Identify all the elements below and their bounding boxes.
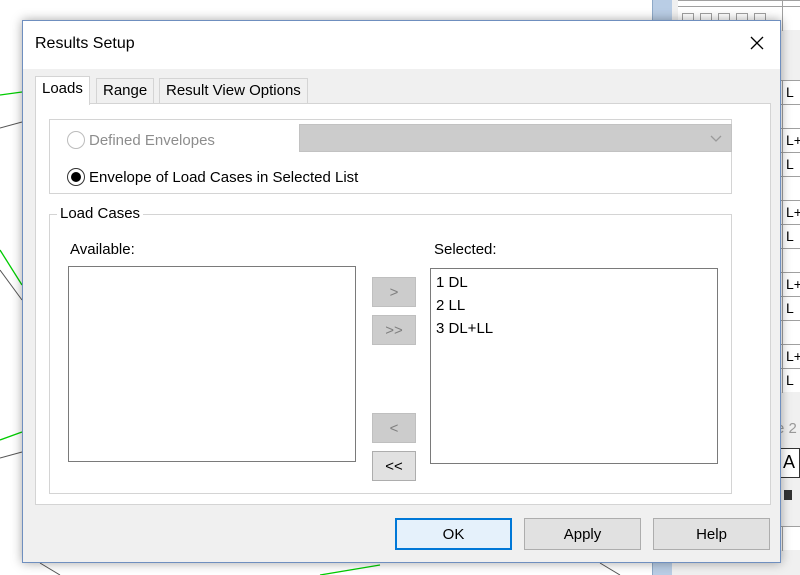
available-list[interactable]: [68, 266, 356, 462]
close-icon: [750, 36, 764, 50]
results-setup-dialog: Results Setup Loads Range Result View Op…: [22, 20, 781, 563]
grid-cell: L: [782, 225, 800, 249]
tab-result-view-options[interactable]: Result View Options: [159, 78, 308, 103]
envelope-options: Defined Envelopes Envelope of Load Cases…: [49, 119, 732, 194]
grid-cell: L+: [782, 129, 800, 153]
tab-range[interactable]: Range: [96, 78, 155, 103]
close-button[interactable]: [734, 21, 780, 65]
defined-envelopes-label: Defined Envelopes: [89, 131, 215, 149]
grid-cell: L: [782, 297, 800, 321]
grid-cell: L+: [782, 273, 800, 297]
help-button[interactable]: Help: [653, 518, 770, 550]
background-marker-icon: [784, 490, 792, 500]
defined-envelopes-radio[interactable]: [67, 131, 85, 149]
available-label: Available:: [70, 241, 135, 258]
grid-cell: [782, 249, 800, 273]
load-cases-group-label: Load Cases: [57, 205, 144, 222]
selected-list-envelope-label: Envelope of Load Cases in Selected List: [89, 168, 359, 186]
defined-envelopes-option[interactable]: Defined Envelopes: [67, 129, 215, 151]
selected-list-envelope-radio[interactable]: [67, 168, 85, 186]
list-item[interactable]: 3 DL+LL: [431, 317, 717, 340]
grid-cell: L: [782, 369, 800, 393]
dialog-title: Results Setup: [35, 35, 135, 52]
selected-list[interactable]: 1 DL 2 LL 3 DL+LL: [430, 268, 718, 464]
grid-cell: L: [782, 153, 800, 177]
grid-cell: [782, 177, 800, 201]
list-item[interactable]: 2 LL: [431, 294, 717, 317]
grid-cell: L+: [782, 201, 800, 225]
grid-cell: L+: [782, 345, 800, 369]
remove-button[interactable]: <: [372, 413, 416, 443]
grid-cell: [782, 321, 800, 345]
title-bar: Results Setup: [23, 21, 780, 69]
background-partial-button[interactable]: A: [778, 448, 800, 478]
grid-cell: L: [782, 81, 800, 105]
remove-all-button[interactable]: <<: [372, 451, 416, 481]
tab-panel-loads: Defined Envelopes Envelope of Load Cases…: [35, 103, 771, 505]
add-all-button[interactable]: >>: [372, 315, 416, 345]
grid-cell: [782, 105, 800, 129]
list-item[interactable]: 1 DL: [431, 271, 717, 294]
add-button[interactable]: >: [372, 277, 416, 307]
selected-label: Selected:: [434, 241, 497, 258]
selected-list-envelope-option[interactable]: Envelope of Load Cases in Selected List: [67, 166, 358, 188]
chevron-down-icon: [710, 135, 722, 142]
defined-envelopes-dropdown[interactable]: [299, 124, 732, 152]
tab-loads[interactable]: Loads: [35, 76, 90, 105]
ok-button[interactable]: OK: [395, 518, 512, 550]
load-cases-group: Load Cases Available: Selected: 1 DL 2 L…: [49, 205, 732, 494]
apply-button[interactable]: Apply: [524, 518, 641, 550]
